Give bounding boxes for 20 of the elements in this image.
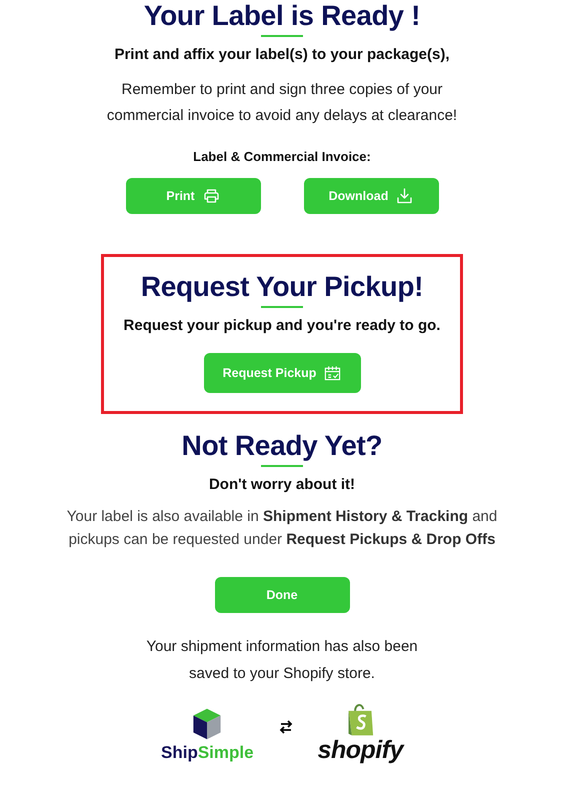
heading: Your Label is Ready ! — [144, 0, 420, 32]
heading: Request Your Pickup! — [140, 271, 424, 303]
subtitle: Don't worry about it! — [208, 475, 356, 495]
download-icon — [396, 188, 414, 204]
logo-text: ShipSimple — [161, 743, 254, 763]
message: Your label is also available in Shipment History & Tracking and pickups can be requested under Request Pickups & Drop Offs — [66, 507, 498, 550]
download-button[interactable]: Download — [304, 178, 438, 214]
logo-text: shopify — [318, 737, 403, 763]
message: Remember to print and sign three copies of your commercial invoice to avoid any delays at clearance! — [106, 80, 458, 126]
calendar-icon — [324, 365, 342, 381]
printer-icon — [202, 188, 220, 204]
section-label: Label & Commercial Invoice: — [193, 149, 371, 164]
done-button[interactable]: Done — [214, 577, 350, 613]
heading: Not Ready Yet? — [182, 430, 382, 462]
subtitle: Print and affix your label(s) to your package(s), — [114, 45, 450, 65]
request-pickup-button[interactable]: Request Pickup — [204, 353, 360, 393]
message: Your shipment information has also been saved to your Shopify store. — [145, 637, 419, 684]
subtitle: Request your pickup and you're ready to go. — [124, 316, 440, 336]
swap-arrows-icon — [278, 719, 294, 735]
print-button[interactable]: Print — [126, 178, 260, 214]
